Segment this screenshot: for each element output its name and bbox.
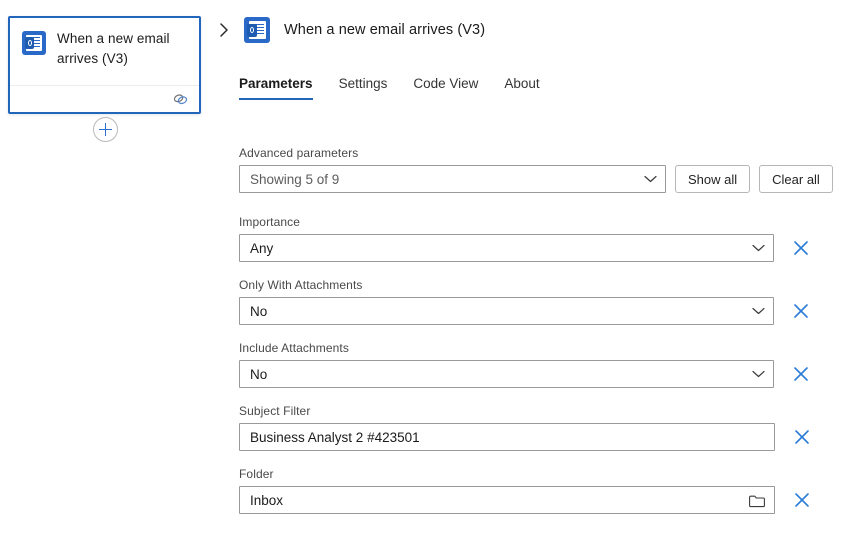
action-details-panel: When a new email arrives (V3) Parameters… — [206, 0, 850, 550]
chevron-down-icon — [752, 307, 765, 315]
remove-parameter-button[interactable] — [789, 236, 813, 260]
remove-parameter-button[interactable] — [789, 299, 813, 323]
tab-settings[interactable]: Settings — [339, 76, 388, 100]
flow-designer: When a new email arrives (V3) — [0, 0, 850, 550]
parameter-value: Business Analyst 2 #423501 — [250, 430, 766, 445]
parameter-row-folder: Folder Inbox — [239, 467, 850, 514]
subject-filter-input[interactable]: Business Analyst 2 #423501 — [239, 423, 775, 451]
chevron-down-icon — [644, 175, 657, 183]
parameter-label: Importance — [239, 215, 850, 229]
parameter-value: Inbox — [250, 493, 743, 508]
close-icon — [793, 240, 809, 256]
chevron-down-icon — [752, 244, 765, 252]
flow-node-card[interactable]: When a new email arrives (V3) — [8, 16, 201, 114]
advanced-parameters-value: Showing 5 of 9 — [250, 172, 638, 187]
folder-input[interactable]: Inbox — [239, 486, 775, 514]
outlook-icon — [22, 31, 46, 55]
close-icon — [794, 429, 810, 445]
parameters-form: Advanced parameters Showing 5 of 9 Show … — [206, 100, 850, 514]
parameter-value: No — [250, 367, 746, 382]
outlook-icon — [244, 17, 270, 43]
close-icon — [793, 303, 809, 319]
link-icon[interactable] — [172, 92, 189, 106]
parameter-row-importance: Importance Any — [239, 215, 850, 262]
flow-node-title: When a new email arrives (V3) — [57, 29, 187, 69]
advanced-parameters-section: Advanced parameters Showing 5 of 9 Show … — [239, 146, 850, 193]
close-icon — [794, 492, 810, 508]
only-with-attachments-dropdown[interactable]: No — [239, 297, 774, 325]
remove-parameter-button[interactable] — [789, 362, 813, 386]
show-all-button[interactable]: Show all — [675, 165, 750, 193]
flow-node-footer — [10, 85, 199, 112]
remove-parameter-button[interactable] — [790, 488, 814, 512]
chevron-right-icon[interactable] — [213, 19, 235, 41]
advanced-parameters-label: Advanced parameters — [239, 146, 850, 160]
chevron-down-icon — [752, 370, 765, 378]
parameter-label: Subject Filter — [239, 404, 850, 418]
parameter-value: Any — [250, 241, 746, 256]
advanced-parameters-select[interactable]: Showing 5 of 9 — [239, 165, 666, 193]
flow-canvas: When a new email arrives (V3) — [0, 0, 206, 550]
parameter-value: No — [250, 304, 746, 319]
tab-code-view[interactable]: Code View — [413, 76, 478, 100]
tab-about[interactable]: About — [504, 76, 539, 100]
panel-header: When a new email arrives (V3) — [206, 0, 850, 42]
folder-icon[interactable] — [749, 493, 766, 508]
advanced-parameters-row: Showing 5 of 9 Show all Clear all — [239, 165, 850, 193]
close-icon — [793, 366, 809, 382]
tab-parameters[interactable]: Parameters — [239, 76, 313, 100]
panel-tabs: Parameters Settings Code View About — [206, 70, 850, 100]
parameter-row-subject-filter: Subject Filter Business Analyst 2 #42350… — [239, 404, 850, 451]
parameter-row-include-attachments: Include Attachments No — [239, 341, 850, 388]
parameter-label: Include Attachments — [239, 341, 850, 355]
importance-dropdown[interactable]: Any — [239, 234, 774, 262]
remove-parameter-button[interactable] — [790, 425, 814, 449]
flow-node-body: When a new email arrives (V3) — [10, 18, 199, 69]
clear-all-button[interactable]: Clear all — [759, 165, 833, 193]
parameter-row-only-with-attachments: Only With Attachments No — [239, 278, 850, 325]
add-step-button[interactable] — [93, 117, 118, 142]
panel-title: When a new email arrives (V3) — [284, 22, 485, 38]
include-attachments-dropdown[interactable]: No — [239, 360, 774, 388]
parameter-label: Folder — [239, 467, 850, 481]
parameter-label: Only With Attachments — [239, 278, 850, 292]
